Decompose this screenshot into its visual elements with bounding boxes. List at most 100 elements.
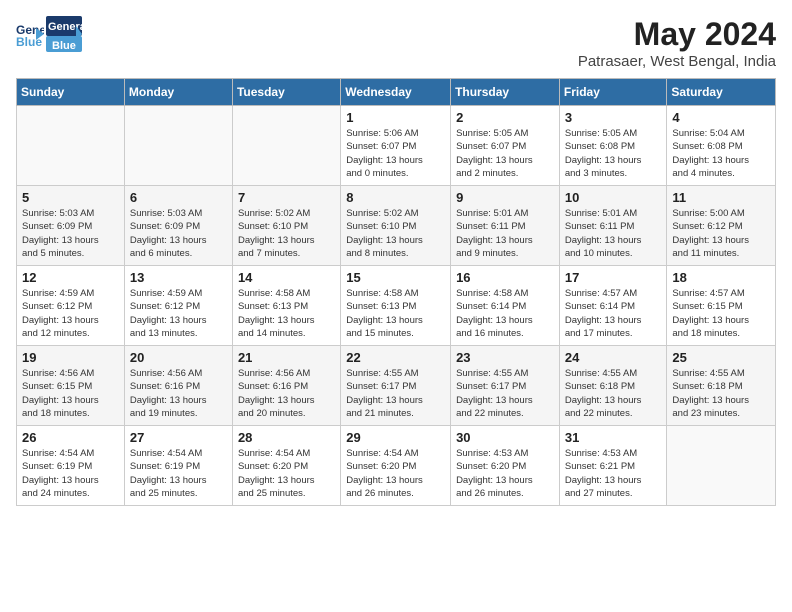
weekday-header-cell: Saturday [667,79,776,106]
day-number: 19 [22,350,119,365]
day-info: Sunrise: 4:57 AM Sunset: 6:14 PM Dayligh… [565,287,662,340]
calendar-day-cell: 15Sunrise: 4:58 AM Sunset: 6:13 PM Dayli… [341,266,451,346]
calendar-table: SundayMondayTuesdayWednesdayThursdayFrid… [16,78,776,506]
calendar-day-cell: 9Sunrise: 5:01 AM Sunset: 6:11 PM Daylig… [451,186,560,266]
calendar-body: 1Sunrise: 5:06 AM Sunset: 6:07 PM Daylig… [17,106,776,506]
calendar-day-cell: 19 Sunrise: 4:56 AM Sunset: 6:15 PM Dayli… [17,346,125,426]
calendar-day-cell: 4Sunrise: 5:04 AM Sunset: 6:08 PM Daylig… [667,106,776,186]
weekday-header-cell: Sunday [17,79,125,106]
calendar-day-cell: 21Sunrise: 4:56 AM Sunset: 6:16 PM Dayli… [232,346,340,426]
title-block: May 2024 Patrasaer, West Bengal, India [578,16,776,70]
calendar-day-cell: 20 Sunrise: 4:56 AM Sunset: 6:16 PM Dayli… [124,346,232,426]
day-number: 22 [346,350,445,365]
day-info: Sunrise: 5:05 AM Sunset: 6:07 PM Dayligh… [456,127,554,180]
day-info: Sunrise: 4:58 AM Sunset: 6:14 PM Dayligh… [456,287,554,340]
day-number: 3 [565,110,662,125]
day-info: Sunrise: 4:56 AM Sunset: 6:15 PM Dayligh… [22,367,119,420]
day-info: Sunrise: 4:57 AM Sunset: 6:15 PM Dayligh… [672,287,770,340]
day-number: 2 [456,110,554,125]
day-info: Sunrise: 4:55 AM Sunset: 6:17 PM Dayligh… [456,367,554,420]
day-number: 14 [238,270,335,285]
day-number: 26 [22,430,119,445]
day-number: 31 [565,430,662,445]
day-number: 12 [22,270,119,285]
calendar-day-cell: 27 Sunrise: 4:54 AM Sunset: 6:19 PM Dayli… [124,426,232,506]
calendar-day-cell [17,106,125,186]
day-number: 7 [238,190,335,205]
calendar-day-cell: 13 Sunrise: 4:59 AM Sunset: 6:12 PM Dayli… [124,266,232,346]
day-number: 24 [565,350,662,365]
day-number: 27 [130,430,227,445]
calendar-day-cell: 29 Sunrise: 4:54 AM Sunset: 6:20 PM Dayli… [341,426,451,506]
day-number: 4 [672,110,770,125]
day-number: 13 [130,270,227,285]
calendar-day-cell: 5 Sunrise: 5:03 AM Sunset: 6:09 PM Daylig… [17,186,125,266]
day-info: Sunrise: 4:55 AM Sunset: 6:18 PM Dayligh… [565,367,662,420]
location: Patrasaer, West Bengal, India [578,53,776,70]
day-info: Sunrise: 4:59 AM Sunset: 6:12 PM Dayligh… [22,287,119,340]
day-info: Sunrise: 4:54 AM Sunset: 6:20 PM Dayligh… [238,447,335,500]
calendar-day-cell: 1Sunrise: 5:06 AM Sunset: 6:07 PM Daylig… [341,106,451,186]
day-number: 18 [672,270,770,285]
calendar-day-cell: 28 Sunrise: 4:54 AM Sunset: 6:20 PM Dayli… [232,426,340,506]
calendar-day-cell: 22 Sunrise: 4:55 AM Sunset: 6:17 PM Dayli… [341,346,451,426]
day-number: 23 [456,350,554,365]
calendar-week-row: 5 Sunrise: 5:03 AM Sunset: 6:09 PM Daylig… [17,186,776,266]
calendar-week-row: 1Sunrise: 5:06 AM Sunset: 6:07 PM Daylig… [17,106,776,186]
day-info: Sunrise: 5:02 AM Sunset: 6:10 PM Dayligh… [238,207,335,260]
day-number: 1 [346,110,445,125]
calendar-day-cell: 30 Sunrise: 4:53 AM Sunset: 6:20 PM Dayli… [451,426,560,506]
month-title: May 2024 [578,16,776,53]
calendar-day-cell: 17 Sunrise: 4:57 AM Sunset: 6:14 PM Dayli… [559,266,667,346]
day-number: 28 [238,430,335,445]
weekday-header-cell: Friday [559,79,667,106]
weekday-header-cell: Thursday [451,79,560,106]
calendar-day-cell: 14 Sunrise: 4:58 AM Sunset: 6:13 PM Dayli… [232,266,340,346]
day-info: Sunrise: 4:55 AM Sunset: 6:17 PM Dayligh… [346,367,445,420]
page-header: General Blue General Blue May 2024 Patra… [16,16,776,70]
calendar-day-cell [232,106,340,186]
day-number: 9 [456,190,554,205]
day-info: Sunrise: 4:54 AM Sunset: 6:19 PM Dayligh… [130,447,227,500]
logo: General Blue General Blue [16,16,82,52]
calendar-day-cell: 10Sunrise: 5:01 AM Sunset: 6:11 PM Dayli… [559,186,667,266]
day-info: Sunrise: 5:02 AM Sunset: 6:10 PM Dayligh… [346,207,445,260]
day-info: Sunrise: 4:58 AM Sunset: 6:13 PM Dayligh… [238,287,335,340]
calendar-day-cell: 24 Sunrise: 4:55 AM Sunset: 6:18 PM Dayli… [559,346,667,426]
day-info: Sunrise: 4:56 AM Sunset: 6:16 PM Dayligh… [130,367,227,420]
calendar-day-cell: 26Sunrise: 4:54 AM Sunset: 6:19 PM Dayli… [17,426,125,506]
calendar-day-cell [667,426,776,506]
weekday-header-cell: Wednesday [341,79,451,106]
day-info: Sunrise: 4:54 AM Sunset: 6:20 PM Dayligh… [346,447,445,500]
logo-icon: General Blue [16,20,44,48]
day-number: 8 [346,190,445,205]
day-number: 16 [456,270,554,285]
calendar-day-cell: 11 Sunrise: 5:00 AM Sunset: 6:12 PM Dayli… [667,186,776,266]
svg-text:Blue: Blue [52,40,76,52]
day-info: Sunrise: 4:59 AM Sunset: 6:12 PM Dayligh… [130,287,227,340]
day-info: Sunrise: 4:53 AM Sunset: 6:20 PM Dayligh… [456,447,554,500]
weekday-header-cell: Monday [124,79,232,106]
day-info: Sunrise: 5:01 AM Sunset: 6:11 PM Dayligh… [565,207,662,260]
calendar-day-cell: 6 Sunrise: 5:03 AM Sunset: 6:09 PM Daylig… [124,186,232,266]
day-info: Sunrise: 4:55 AM Sunset: 6:18 PM Dayligh… [672,367,770,420]
calendar-day-cell: 16 Sunrise: 4:58 AM Sunset: 6:14 PM Dayli… [451,266,560,346]
calendar-day-cell: 31 Sunrise: 4:53 AM Sunset: 6:21 PM Dayli… [559,426,667,506]
day-number: 17 [565,270,662,285]
day-info: Sunrise: 5:05 AM Sunset: 6:08 PM Dayligh… [565,127,662,180]
day-number: 29 [346,430,445,445]
calendar-day-cell: 18 Sunrise: 4:57 AM Sunset: 6:15 PM Dayli… [667,266,776,346]
day-info: Sunrise: 4:53 AM Sunset: 6:21 PM Dayligh… [565,447,662,500]
day-number: 30 [456,430,554,445]
day-number: 11 [672,190,770,205]
day-number: 6 [130,190,227,205]
day-info: Sunrise: 4:58 AM Sunset: 6:13 PM Dayligh… [346,287,445,340]
day-number: 5 [22,190,119,205]
day-info: Sunrise: 5:03 AM Sunset: 6:09 PM Dayligh… [130,207,227,260]
calendar-week-row: 19 Sunrise: 4:56 AM Sunset: 6:15 PM Dayli… [17,346,776,426]
calendar-day-cell: 25Sunrise: 4:55 AM Sunset: 6:18 PM Dayli… [667,346,776,426]
day-info: Sunrise: 5:03 AM Sunset: 6:09 PM Dayligh… [22,207,119,260]
day-info: Sunrise: 5:00 AM Sunset: 6:12 PM Dayligh… [672,207,770,260]
day-number: 20 [130,350,227,365]
calendar-day-cell: 7 Sunrise: 5:02 AM Sunset: 6:10 PM Daylig… [232,186,340,266]
